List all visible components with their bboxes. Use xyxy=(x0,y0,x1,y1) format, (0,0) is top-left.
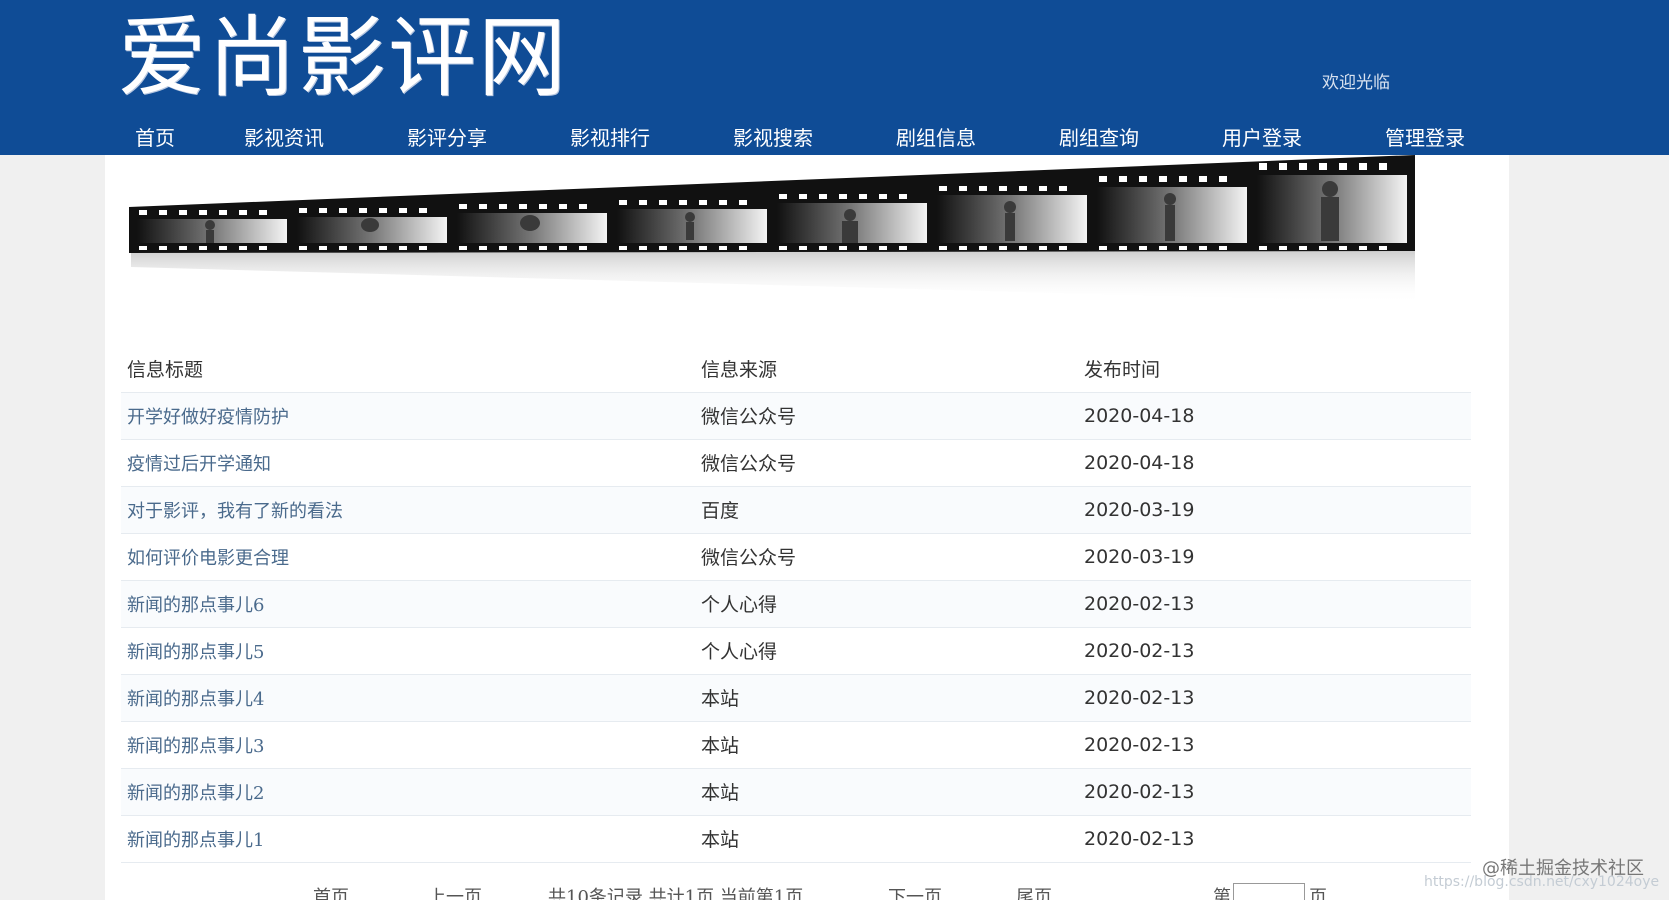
news-source: 本站 xyxy=(701,829,740,851)
news-table: 信息标题 信息来源 发布时间 开学好做好疫情防护 微信公众号 2020-04-1… xyxy=(121,345,1471,863)
nav-home[interactable]: 首页 xyxy=(135,122,175,151)
pager-first-link[interactable]: 首页 xyxy=(313,883,349,900)
nav-review-share[interactable]: 影评分享 xyxy=(407,122,487,151)
news-source: 本站 xyxy=(701,688,740,710)
nav-admin-login[interactable]: 管理登录 xyxy=(1385,122,1465,151)
table-row: 开学好做好疫情防护 微信公众号 2020-04-18 xyxy=(121,392,1471,440)
main-content: 信息标题 信息来源 发布时间 开学好做好疫情防护 微信公众号 2020-04-1… xyxy=(105,155,1509,900)
nav-movie-ranking[interactable]: 影视排行 xyxy=(570,122,650,151)
news-title-link[interactable]: 开学好做好疫情防护 xyxy=(127,407,289,428)
nav-movie-search[interactable]: 影视搜索 xyxy=(733,122,813,151)
table-row: 新闻的那点事儿1 本站 2020-02-13 xyxy=(121,815,1471,863)
pager-next-link[interactable]: 下一页 xyxy=(888,883,942,900)
news-source: 微信公众号 xyxy=(701,547,797,569)
news-title-link[interactable]: 新闻的那点事儿5 xyxy=(127,642,264,663)
news-title-link[interactable]: 疫情过后开学通知 xyxy=(127,454,271,475)
news-date: 2020-03-19 xyxy=(1084,545,1195,568)
table-row: 新闻的那点事儿5 个人心得 2020-02-13 xyxy=(121,627,1471,675)
table-header-row: 信息标题 信息来源 发布时间 xyxy=(121,345,1471,393)
watermark-url: https://blog.csdn.net/cxy1024oye xyxy=(1424,874,1660,890)
news-date: 2020-03-19 xyxy=(1084,498,1195,521)
pager-summary: 共10条记录 共计1页 当前第1页 xyxy=(548,887,804,900)
news-date: 2020-02-13 xyxy=(1084,827,1195,850)
nav-crew-query[interactable]: 剧组查询 xyxy=(1059,122,1139,151)
news-source: 百度 xyxy=(701,500,740,522)
pager-last-link[interactable]: 尾页 xyxy=(1016,883,1052,900)
news-date: 2020-02-13 xyxy=(1084,639,1195,662)
news-date: 2020-02-13 xyxy=(1084,780,1195,803)
header-title: 信息标题 xyxy=(121,345,701,393)
table-row: 如何评价电影更合理 微信公众号 2020-03-19 xyxy=(121,533,1471,581)
news-date: 2020-02-13 xyxy=(1084,733,1195,756)
table-row: 对于影评，我有了新的看法 百度 2020-03-19 xyxy=(121,486,1471,534)
pager-goto-prefix: 第 xyxy=(1213,887,1231,900)
news-source: 本站 xyxy=(701,782,740,804)
news-source: 个人心得 xyxy=(701,641,778,663)
nav-user-login[interactable]: 用户登录 xyxy=(1222,122,1302,151)
nav-movie-news[interactable]: 影视资讯 xyxy=(244,122,324,151)
news-title-link[interactable]: 新闻的那点事儿1 xyxy=(127,830,264,851)
pagination: 首页 上一页 共10条记录 共计1页 当前第1页 下一页 尾页 第 页 xyxy=(313,883,1327,900)
news-date: 2020-02-13 xyxy=(1084,592,1195,615)
news-source: 个人心得 xyxy=(701,594,778,616)
news-title-link[interactable]: 新闻的那点事儿6 xyxy=(127,595,264,616)
news-source: 微信公众号 xyxy=(701,453,797,475)
pager-prev-link[interactable]: 上一页 xyxy=(428,883,482,900)
news-title-link[interactable]: 新闻的那点事儿4 xyxy=(127,689,264,710)
news-date: 2020-02-13 xyxy=(1084,686,1195,709)
header-date: 发布时间 xyxy=(1084,345,1471,393)
table-row: 新闻的那点事儿4 本站 2020-02-13 xyxy=(121,674,1471,722)
film-strip-banner xyxy=(129,155,1415,303)
table-row: 疫情过后开学通知 微信公众号 2020-04-18 xyxy=(121,439,1471,487)
news-title-link[interactable]: 如何评价电影更合理 xyxy=(127,548,289,569)
nav-crew-info[interactable]: 剧组信息 xyxy=(896,122,976,151)
news-title-link[interactable]: 新闻的那点事儿2 xyxy=(127,783,264,804)
table-row: 新闻的那点事儿6 个人心得 2020-02-13 xyxy=(121,580,1471,628)
news-title-link[interactable]: 对于影评，我有了新的看法 xyxy=(127,501,343,522)
site-title: 爱尚影评网 xyxy=(118,6,569,109)
table-row: 新闻的那点事儿3 本站 2020-02-13 xyxy=(121,721,1471,769)
news-date: 2020-04-18 xyxy=(1084,404,1195,427)
site-header: 爱尚影评网 欢迎光临 首页 影视资讯 影评分享 影视排行 影视搜索 剧组信息 剧… xyxy=(0,0,1669,155)
main-nav: 首页 影视资讯 影评分享 影视排行 影视搜索 剧组信息 剧组查询 用户登录 管理… xyxy=(0,118,1669,155)
news-title-link[interactable]: 新闻的那点事儿3 xyxy=(127,736,264,757)
news-source: 微信公众号 xyxy=(701,406,797,428)
header-source: 信息来源 xyxy=(701,345,1084,393)
welcome-text: 欢迎光临 xyxy=(1322,73,1390,93)
news-date: 2020-04-18 xyxy=(1084,451,1195,474)
page-number-input[interactable] xyxy=(1233,883,1305,900)
news-source: 本站 xyxy=(701,735,740,757)
pager-goto-suffix: 页 xyxy=(1309,887,1327,900)
table-row: 新闻的那点事儿2 本站 2020-02-13 xyxy=(121,768,1471,816)
